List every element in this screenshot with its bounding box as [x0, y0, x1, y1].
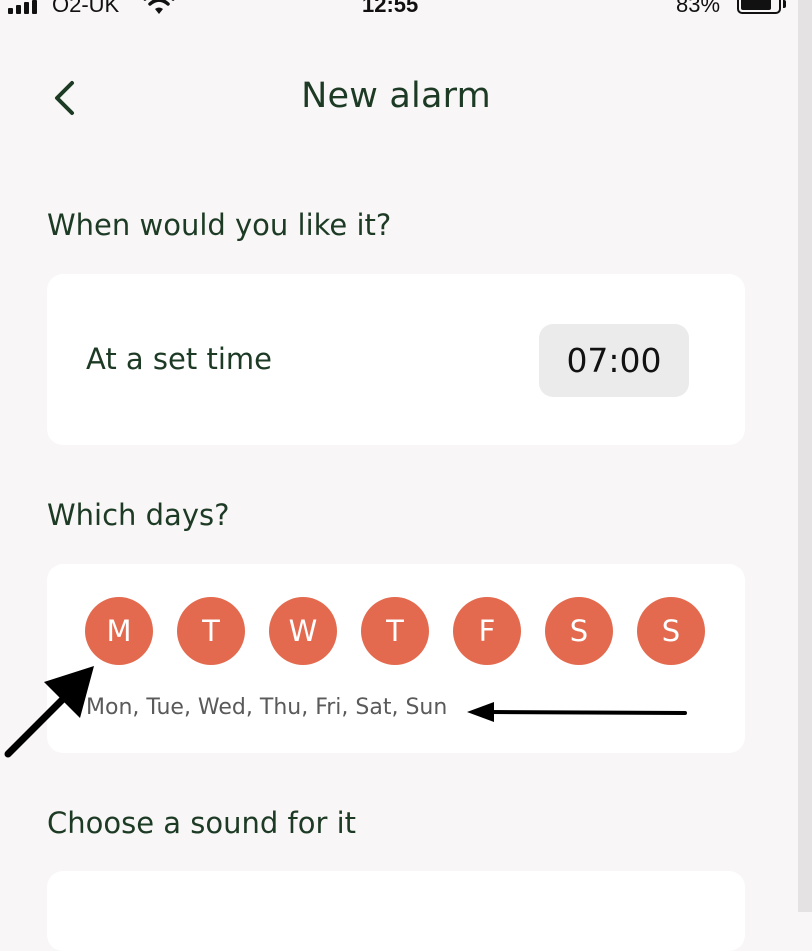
- status-time: 12:55: [362, 0, 419, 17]
- time-card[interactable]: At a set time 07:00: [47, 274, 745, 445]
- day-toggle-saturday[interactable]: S: [545, 597, 613, 665]
- time-mode-label: At a set time: [86, 342, 272, 376]
- carrier-name: O2-UK: [52, 0, 120, 17]
- day-selector: M T W T F S S: [85, 597, 705, 665]
- status-bar: O2-UK 12:55 83%: [0, 0, 812, 24]
- day-toggle-thursday[interactable]: T: [361, 597, 429, 665]
- days-summary: Mon, Tue, Wed, Thu, Fri, Sat, Sun: [86, 695, 448, 720]
- scroll-edge: [798, 0, 812, 912]
- time-picker[interactable]: 07:00: [539, 324, 689, 397]
- when-heading: When would you like it?: [47, 208, 392, 242]
- sound-heading: Choose a sound for it: [47, 806, 357, 840]
- day-toggle-friday[interactable]: F: [453, 597, 521, 665]
- battery-percentage: 83%: [676, 0, 721, 17]
- signal-icon: [8, 0, 37, 14]
- wifi-icon: [142, 0, 176, 20]
- page-title: New alarm: [301, 76, 491, 116]
- day-toggle-sunday[interactable]: S: [637, 597, 705, 665]
- days-card: M T W T F S S Mon, Tue, Wed, Thu, Fri, S…: [47, 564, 745, 753]
- battery-tip: [783, 0, 786, 8]
- battery-icon: [737, 0, 781, 14]
- day-toggle-tuesday[interactable]: T: [177, 597, 245, 665]
- battery-level: [741, 0, 771, 10]
- days-heading: Which days?: [47, 498, 230, 532]
- day-toggle-wednesday[interactable]: W: [269, 597, 337, 665]
- day-toggle-monday[interactable]: M: [85, 597, 153, 665]
- sound-card[interactable]: [47, 871, 745, 951]
- annotation-arrows: [4, 666, 687, 758]
